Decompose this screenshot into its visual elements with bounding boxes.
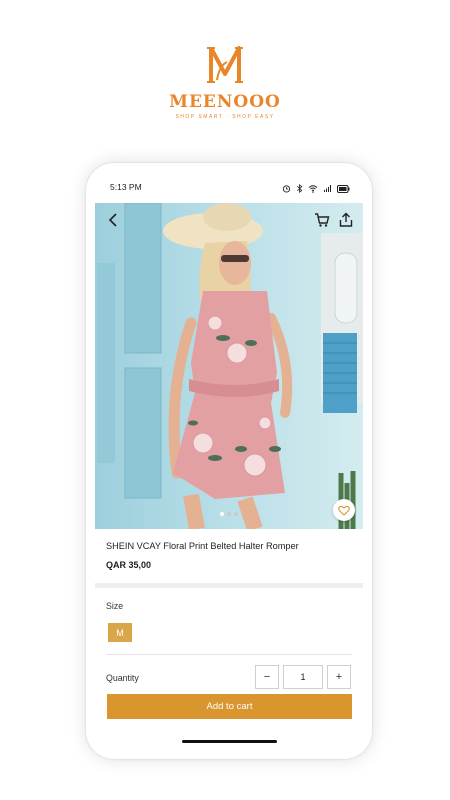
quantity-label: Quantity — [106, 673, 139, 683]
pagination-dot[interactable] — [227, 512, 231, 516]
back-icon[interactable] — [105, 211, 123, 229]
share-icon[interactable] — [337, 211, 355, 229]
status-time: 5:13 PM — [110, 182, 142, 192]
image-pagination[interactable] — [95, 503, 363, 521]
heart-icon — [338, 505, 350, 516]
bluetooth-icon — [296, 180, 303, 198]
cart-icon[interactable] — [313, 211, 331, 229]
alarm-icon — [282, 180, 291, 198]
favorite-button[interactable] — [333, 499, 355, 521]
decrement-button[interactable]: − — [255, 665, 279, 689]
size-option-m[interactable]: M — [108, 623, 132, 642]
status-bar: 5:13 PM — [86, 163, 372, 203]
divider — [106, 654, 352, 655]
home-indicator[interactable] — [182, 740, 277, 743]
phone-frame: 5:13 PM SHEIN VCAY Floral Print Belted H… — [86, 163, 372, 759]
size-label: Size — [106, 601, 124, 611]
pagination-dot[interactable] — [234, 512, 238, 516]
brand-tagline: SHOP SMART · SHOP EASY — [175, 114, 275, 120]
product-title: SHEIN VCAY Floral Print Belted Halter Ro… — [106, 541, 299, 551]
product-image[interactable] — [95, 203, 363, 529]
pagination-dot[interactable] — [220, 512, 224, 516]
wifi-icon — [308, 180, 318, 198]
add-to-cart-button[interactable]: Add to cart — [107, 694, 352, 719]
signal-icon — [323, 180, 332, 198]
product-price: QAR 35,00 — [106, 560, 152, 570]
quantity-stepper: − 1 + — [255, 665, 351, 689]
section-divider — [95, 583, 363, 588]
quantity-input[interactable]: 1 — [283, 665, 323, 689]
status-icons — [282, 180, 350, 198]
battery-icon — [337, 180, 350, 198]
brand-logo: MEENOOO SHOP SMART · SHOP EASY — [0, 40, 450, 120]
increment-button[interactable]: + — [327, 665, 351, 689]
brand-mark — [205, 40, 245, 90]
brand-name: MEENOOO — [169, 92, 281, 112]
